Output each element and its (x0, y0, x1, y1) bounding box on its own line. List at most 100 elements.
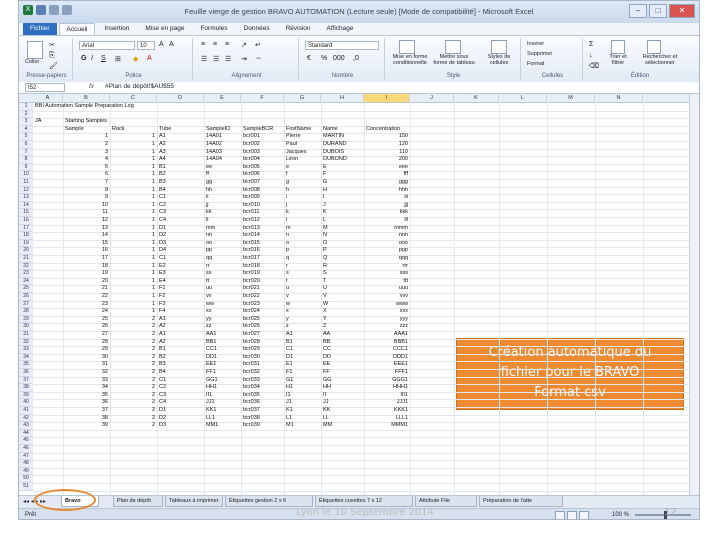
cell[interactable]: 1 (112, 240, 155, 248)
row-header[interactable]: 8 (19, 156, 33, 164)
row-header[interactable]: 9 (19, 163, 33, 172)
cell[interactable]: xxx (366, 308, 408, 316)
cell[interactable]: v (286, 293, 319, 301)
cell[interactable]: 14A04 (206, 156, 239, 164)
cell-styles-button[interactable]: Styles de cellules (479, 54, 519, 66)
cell[interactable]: 19 (65, 270, 108, 278)
cell[interactable]: bcr025 (243, 316, 282, 324)
column-header[interactable]: N (595, 94, 643, 102)
row-header[interactable]: 42 (19, 414, 33, 423)
cell[interactable]: 39 (65, 422, 108, 430)
conditional-format-button[interactable]: Mise en forme conditionnelle (389, 54, 431, 66)
cell[interactable]: bcr028 (243, 339, 282, 347)
cell-styles-icon[interactable] (491, 40, 507, 54)
cell[interactable]: C1 (159, 255, 202, 263)
cell[interactable]: bcr002 (243, 141, 282, 149)
cell[interactable]: V (323, 293, 362, 301)
cell[interactable]: 29 (65, 346, 108, 354)
cell[interactable]: III1 (366, 392, 408, 400)
cell[interactable]: JJ (323, 399, 362, 407)
row-header[interactable]: 23 (19, 270, 33, 278)
format-as-table-icon[interactable] (445, 40, 461, 54)
cell[interactable]: 5 (65, 164, 108, 172)
cell[interactable]: 14 (65, 232, 108, 240)
cell[interactable]: ggg (366, 179, 408, 187)
cell[interactable]: GG1 (206, 377, 239, 385)
cell[interactable]: 1 (112, 133, 155, 141)
delete-cells-button[interactable]: Supprimer (527, 51, 552, 57)
align-center-icon[interactable]: ☰ (213, 55, 219, 63)
cell[interactable]: EEE1 (366, 361, 408, 369)
cell[interactable]: kkk (366, 209, 408, 217)
cell[interactable]: 2 (112, 384, 155, 392)
cell[interactable]: T (323, 278, 362, 286)
cell[interactable]: MMM1 (366, 422, 408, 430)
cell[interactable]: Pierre (286, 133, 319, 141)
cell[interactable]: S (323, 270, 362, 278)
cell[interactable]: 1 (112, 217, 155, 225)
cell[interactable]: 2 (112, 422, 155, 430)
row-header[interactable]: 47 (19, 452, 33, 461)
cell[interactable]: F4 (159, 308, 202, 316)
cell[interactable]: 21 (65, 285, 108, 293)
cell[interactable]: B3 (159, 361, 202, 369)
cell[interactable]: bcr004 (243, 156, 282, 164)
cell[interactable]: 1 (112, 285, 155, 293)
cell[interactable]: F1 (286, 369, 319, 377)
row-header[interactable]: 19 (19, 239, 33, 248)
cell[interactable]: H1 (286, 384, 319, 392)
cell[interactable]: BB1 (206, 339, 239, 347)
cell[interactable]: C1 (159, 377, 202, 385)
cell[interactable]: EE1 (206, 361, 239, 369)
cell[interactable]: r (286, 263, 319, 271)
cell[interactable]: LL (323, 415, 362, 423)
row-header[interactable]: 40 (19, 399, 33, 407)
cell[interactable]: 8 (65, 187, 108, 195)
column-header[interactable]: L (499, 94, 547, 102)
cell[interactable]: 35 (65, 392, 108, 400)
cell[interactable]: 4 (65, 156, 108, 164)
row-header[interactable]: 50 (19, 475, 33, 483)
column-header[interactable]: J (410, 94, 454, 102)
row-header[interactable]: 34 (19, 353, 33, 362)
cell[interactable]: A2 (159, 339, 202, 347)
cell[interactable]: 36 (65, 399, 108, 407)
cell[interactable]: D1 (286, 354, 319, 362)
cell[interactable]: D1 (159, 225, 202, 233)
cell[interactable]: 24 (65, 308, 108, 316)
cell[interactable]: rr (206, 263, 239, 271)
cell[interactable]: J (323, 202, 362, 210)
cell[interactable]: 1 (112, 149, 155, 157)
cell[interactable]: M1 (286, 422, 319, 430)
column-header[interactable]: A (33, 94, 63, 102)
cell[interactable]: 1 (112, 164, 155, 172)
cell[interactable]: D3 (159, 422, 202, 430)
row-header[interactable]: 25 (19, 285, 33, 293)
cell[interactable]: DD1 (206, 354, 239, 362)
cell[interactable]: 200 (366, 156, 408, 164)
row-header[interactable]: 18 (19, 232, 33, 240)
cell[interactable]: D2 (159, 415, 202, 423)
cell[interactable]: 1 (112, 301, 155, 309)
cell[interactable]: bcr030 (243, 354, 282, 362)
cell[interactable]: hh (206, 187, 239, 195)
cell[interactable]: M (323, 225, 362, 233)
cell[interactable]: KKK1 (366, 407, 408, 415)
cell[interactable]: C4 (159, 399, 202, 407)
cell[interactable]: U (323, 285, 362, 293)
cell[interactable]: bcr013 (243, 225, 282, 233)
cell[interactable]: bcr016 (243, 247, 282, 255)
cell[interactable]: II1 (206, 392, 239, 400)
cell[interactable]: Tube (159, 126, 202, 134)
row-header[interactable]: 26 (19, 293, 33, 301)
row-header[interactable]: 51 (19, 483, 33, 491)
cell[interactable]: G (323, 179, 362, 187)
row-header[interactable]: 46 (19, 445, 33, 453)
tab-insert[interactable]: Insertion (97, 23, 136, 35)
cell[interactable]: 1 (112, 255, 155, 263)
cell[interactable]: Paul (286, 141, 319, 149)
copy-icon[interactable]: ⎘ (49, 52, 55, 60)
row-header[interactable]: 15 (19, 209, 33, 217)
cell[interactable]: ee (206, 164, 239, 172)
cell[interactable]: vvv (366, 293, 408, 301)
